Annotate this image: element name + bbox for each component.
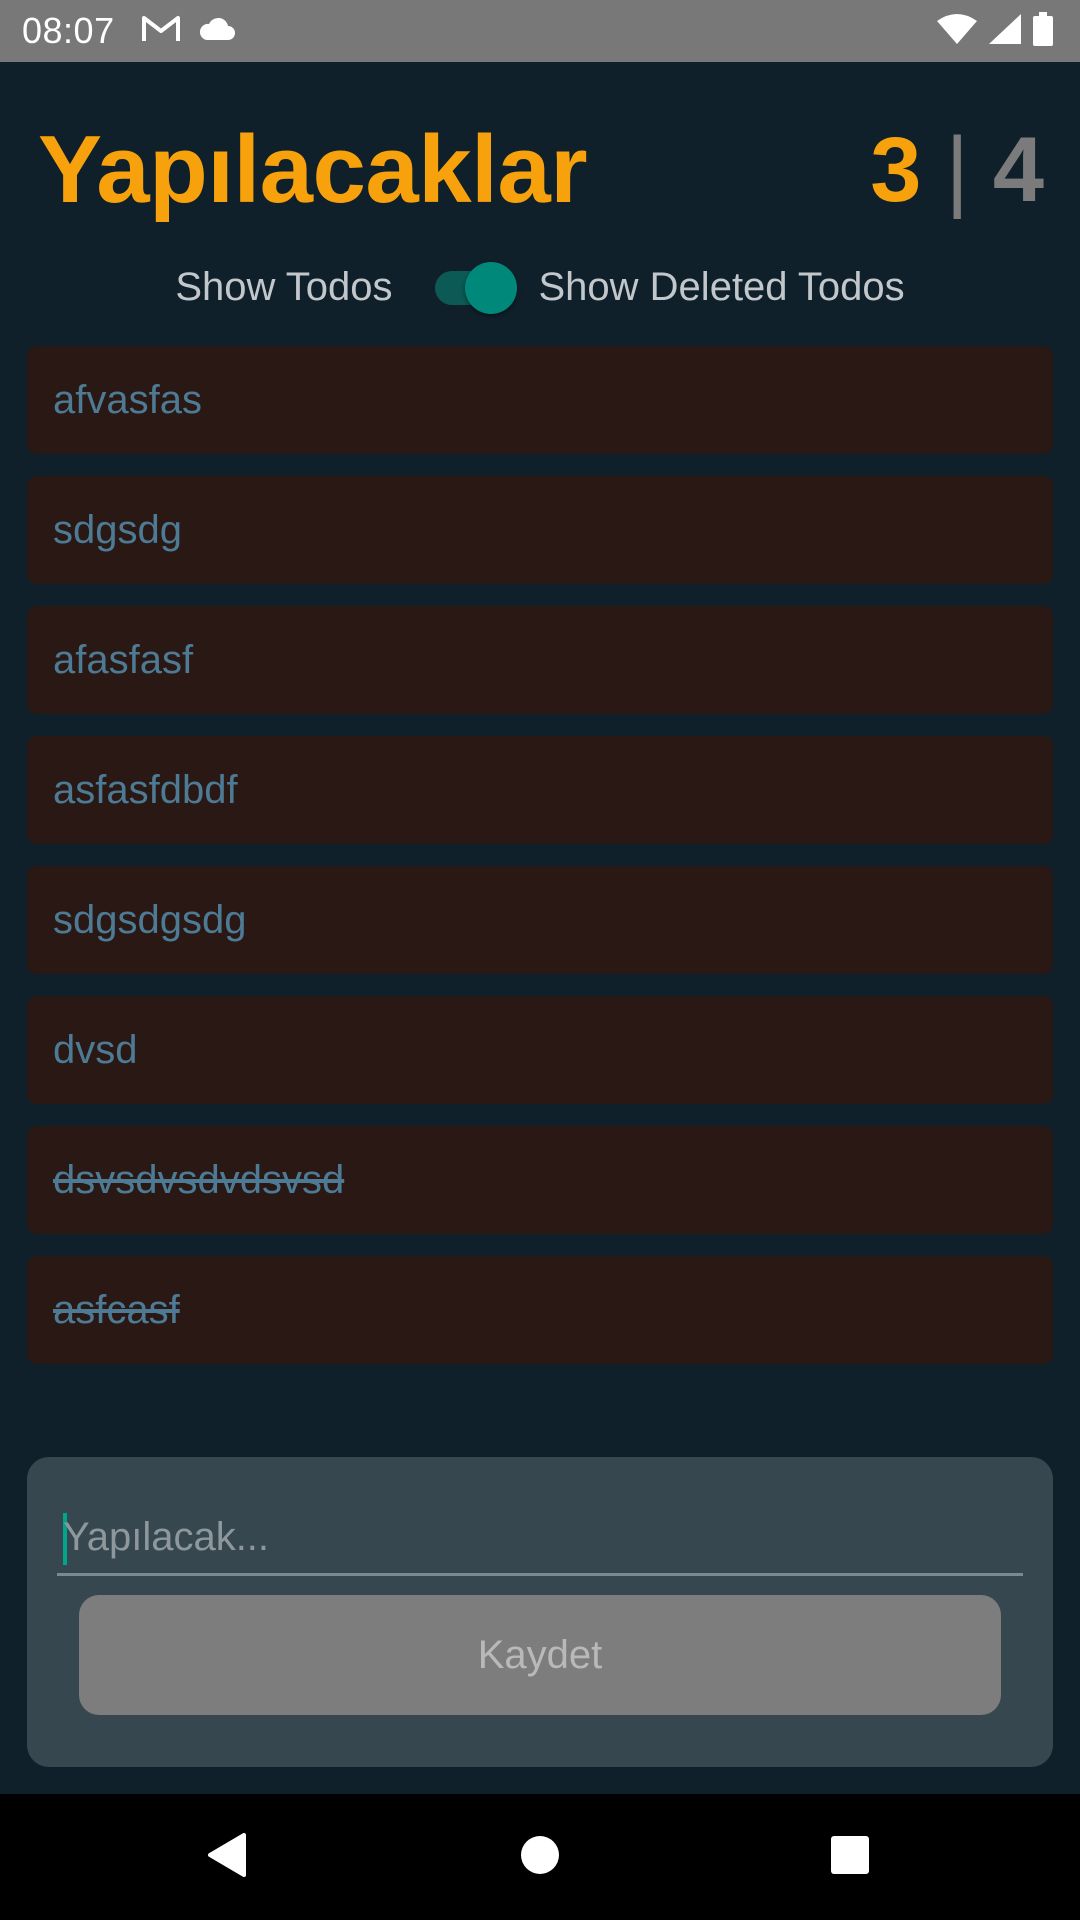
recents-button[interactable] xyxy=(790,1794,910,1920)
deleted-todo-item[interactable]: asfcasf xyxy=(27,1256,1053,1364)
recents-icon xyxy=(829,1834,871,1881)
show-deleted-switch[interactable] xyxy=(434,259,517,315)
wifi-icon xyxy=(936,13,978,50)
todo-item[interactable]: sdgsdg xyxy=(27,476,1053,584)
todo-text: afvasfas xyxy=(53,377,202,422)
todo-input[interactable] xyxy=(63,1507,1013,1567)
todo-counter: 3 | 4 xyxy=(870,118,1044,223)
count-separator: | xyxy=(945,119,969,220)
status-bar: 08:07 xyxy=(0,0,1080,62)
cloud-icon xyxy=(197,16,237,47)
todo-text: asfasfdbdf xyxy=(53,767,238,812)
active-count: 3 xyxy=(870,118,922,221)
todo-text: dsvsdvsdvdsvsd xyxy=(53,1157,345,1202)
todo-item[interactable]: afasfasf xyxy=(27,606,1053,714)
todo-item[interactable]: dvsd xyxy=(27,996,1053,1104)
todo-list: afvasfas sdgsdg afasfasf asfasfdbdf sdgs… xyxy=(27,346,1053,1364)
save-button[interactable]: Kaydet xyxy=(79,1595,1001,1715)
todo-item[interactable]: sdgsdgsdg xyxy=(27,866,1053,974)
todo-text: afasfasf xyxy=(53,637,194,682)
header: Yapılacaklar 3 | 4 xyxy=(38,110,1044,230)
status-time: 08:07 xyxy=(22,10,115,51)
view-toggle-row: Show Todos Show Deleted Todos xyxy=(0,252,1080,322)
navigation-bar xyxy=(0,1794,1080,1920)
switch-thumb xyxy=(464,262,517,314)
battery-icon xyxy=(1032,11,1054,51)
home-icon xyxy=(519,1834,561,1881)
todo-text: sdgsdgsdg xyxy=(53,897,247,942)
home-button[interactable] xyxy=(480,1794,600,1920)
todo-text: asfcasf xyxy=(53,1287,180,1332)
show-todos-label: Show Todos xyxy=(175,264,393,309)
todo-text: sdgsdg xyxy=(53,507,182,552)
status-right-icons xyxy=(936,11,1054,51)
todo-item[interactable]: afvasfas xyxy=(27,346,1053,454)
add-todo-panel: Kaydet xyxy=(27,1457,1053,1767)
show-deleted-todos-label: Show Deleted Todos xyxy=(538,264,905,309)
todo-item[interactable]: asfasfdbdf xyxy=(27,736,1053,844)
deleted-todo-item[interactable]: dsvsdvsdvdsvsd xyxy=(27,1126,1053,1234)
signal-icon xyxy=(988,13,1022,50)
status-left-icons xyxy=(141,14,237,49)
todo-text: dvsd xyxy=(53,1027,138,1072)
back-button[interactable] xyxy=(166,1794,286,1920)
total-count: 4 xyxy=(992,118,1044,221)
todo-input-field xyxy=(57,1493,1023,1576)
gmail-icon xyxy=(141,14,181,49)
back-icon xyxy=(204,1831,248,1884)
page-title: Yapılacaklar xyxy=(38,116,588,223)
